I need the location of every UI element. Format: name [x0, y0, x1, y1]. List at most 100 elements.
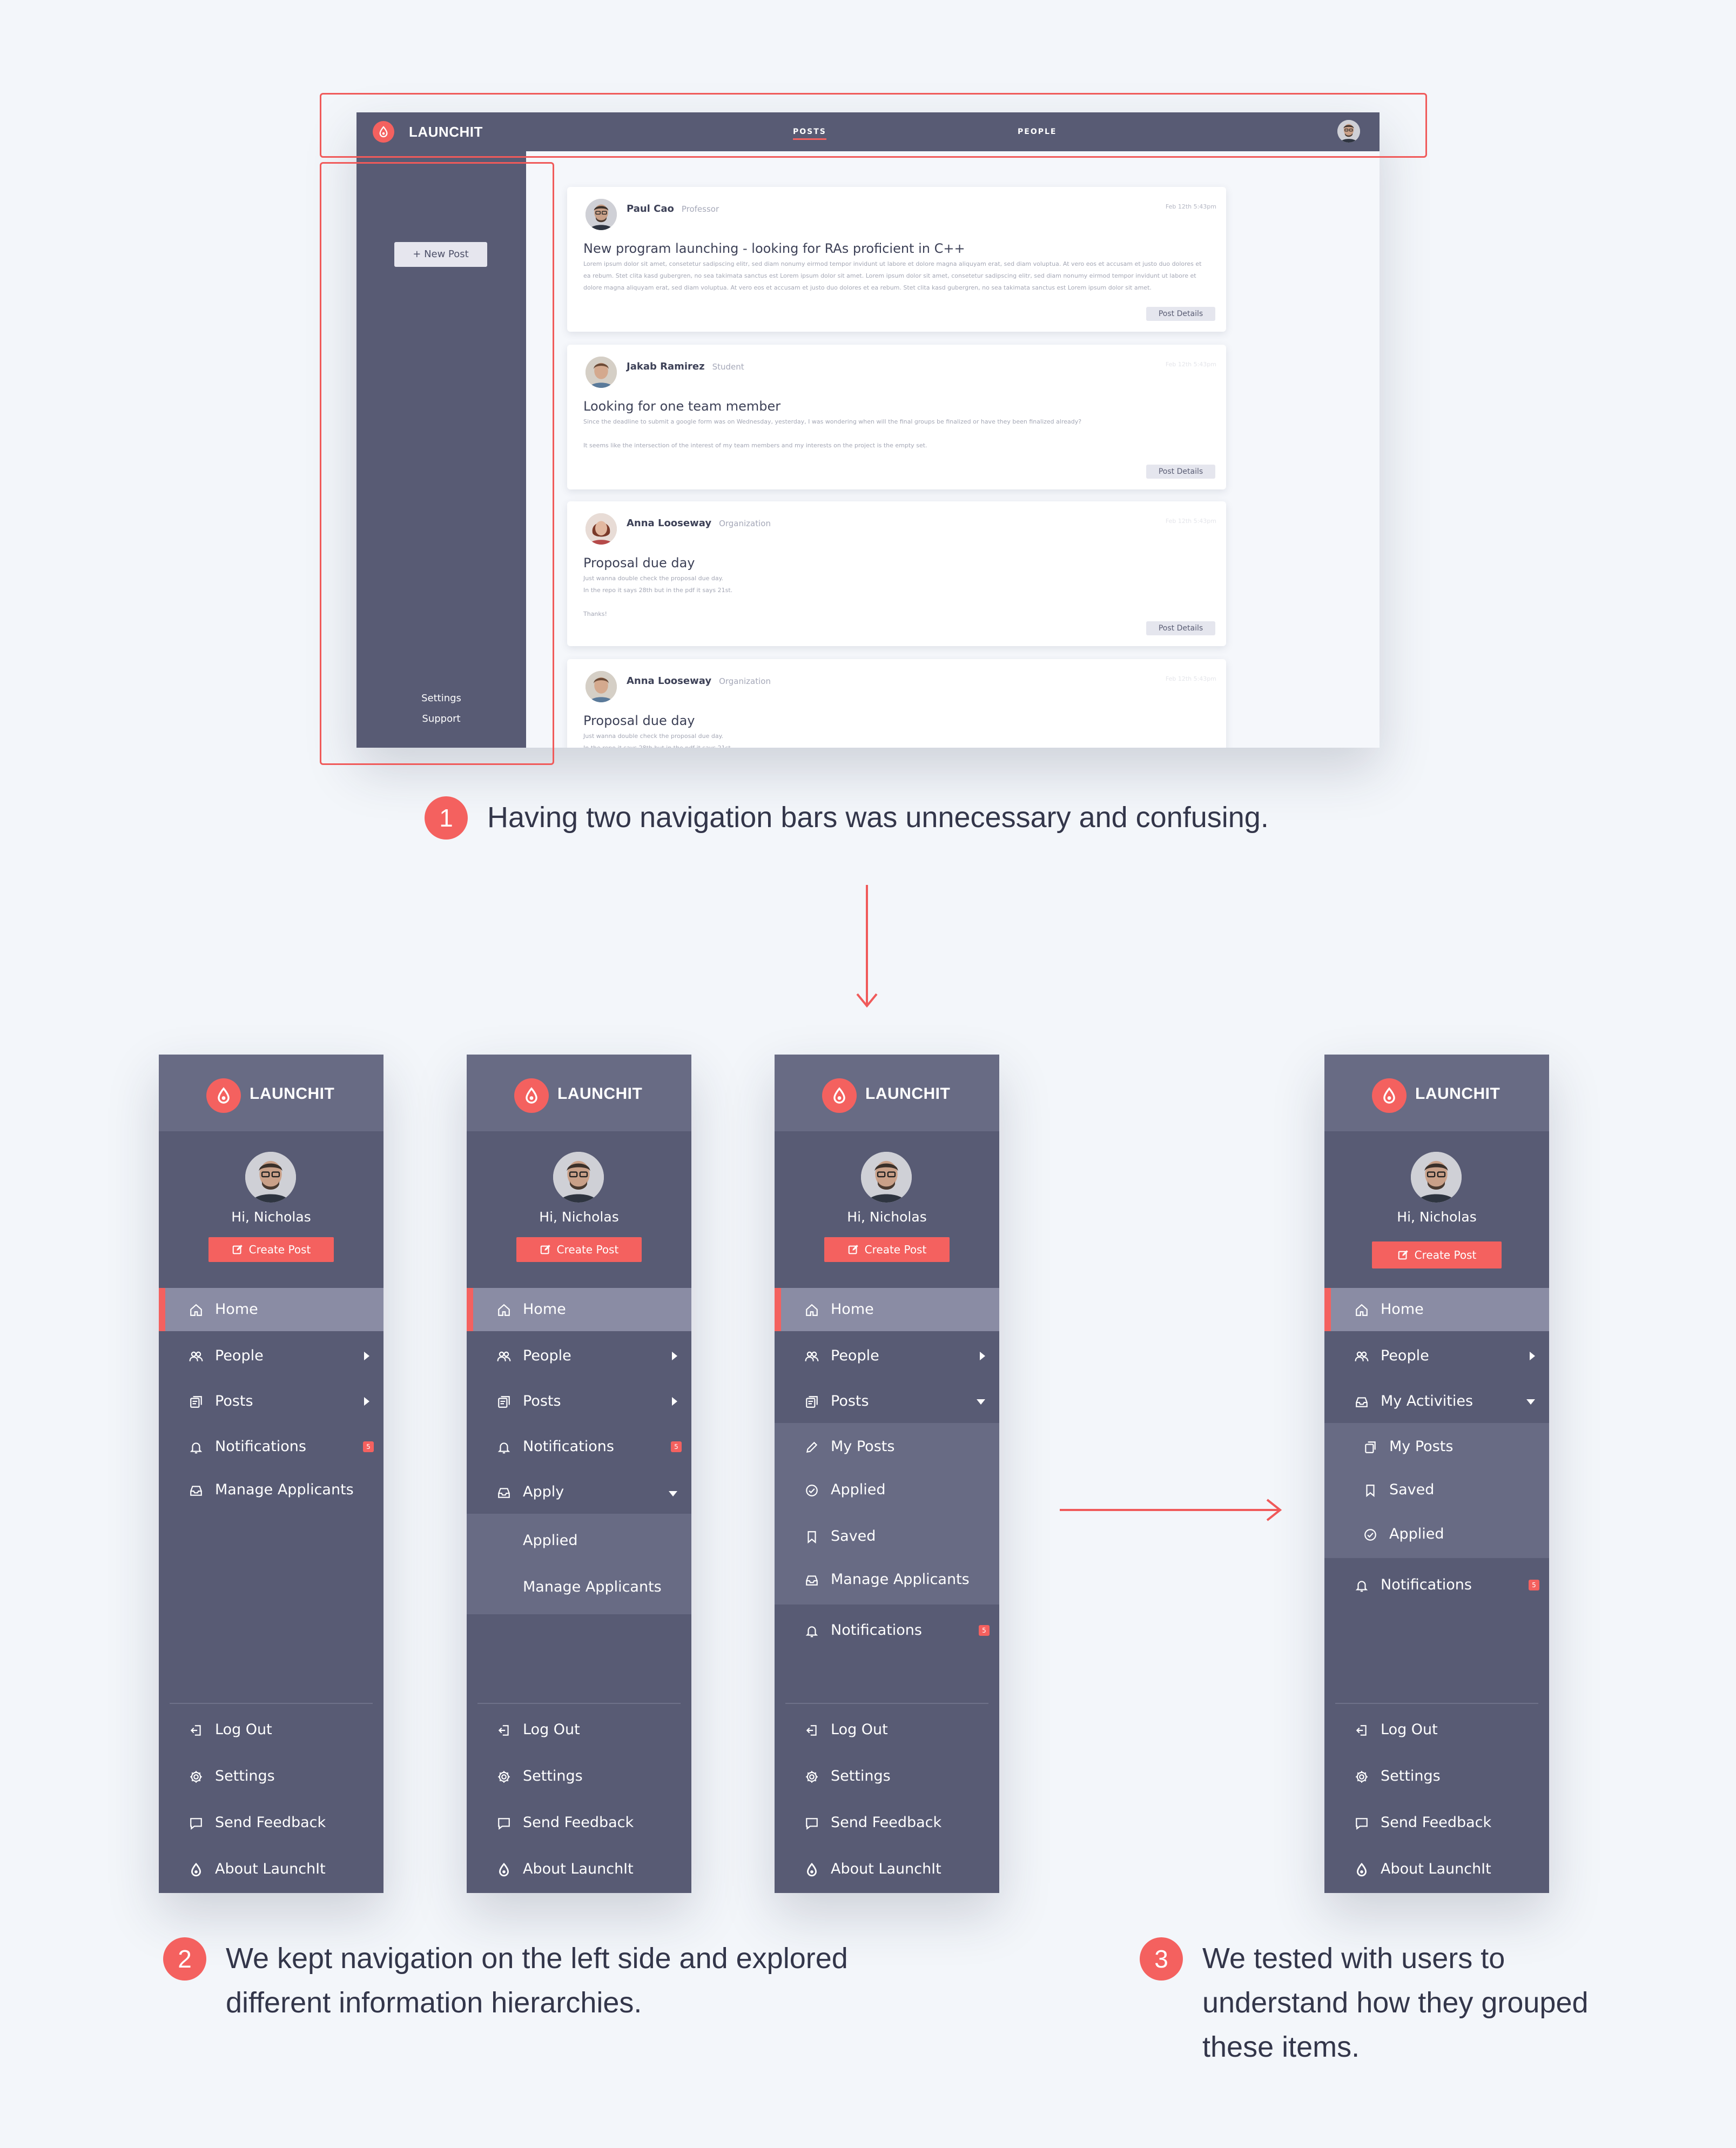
nav-item-home[interactable]: Home	[775, 1288, 999, 1331]
author-avatar	[586, 671, 617, 702]
post-title: Looking for one team member	[583, 399, 781, 414]
bell-icon	[805, 1624, 819, 1638]
nav-item-about[interactable]: About LaunchIt	[159, 1848, 383, 1891]
create-post-button[interactable]: Create Post	[1372, 1241, 1502, 1268]
nav-item-manage-applicants[interactable]: Manage Applicants	[159, 1468, 383, 1512]
callout-2-line-2: different information hierarchies.	[226, 1986, 642, 2019]
post-details-button[interactable]: Post Details	[1146, 621, 1215, 635]
create-post-button[interactable]: Create Post	[824, 1237, 950, 1262]
subnav-item-saved[interactable]: Saved	[1324, 1468, 1549, 1512]
post-card[interactable]: Anna Looseway Organization Feb 12th 5:43p…	[567, 659, 1226, 748]
posts-icon	[189, 1395, 203, 1409]
pencil-icon	[805, 1440, 819, 1454]
nav-item-log-out[interactable]: Log Out	[1324, 1708, 1549, 1751]
nav-item-home[interactable]: Home	[159, 1288, 383, 1331]
nav-item-settings[interactable]: Settings	[159, 1755, 383, 1798]
launchit-logo[interactable]	[822, 1078, 857, 1113]
drop-icon	[805, 1863, 819, 1877]
nav-item-send-feedback[interactable]: Send Feedback	[467, 1801, 691, 1844]
post-details-button[interactable]: Post Details	[1146, 465, 1215, 479]
author-avatar	[586, 513, 617, 545]
nav-item-notifications[interactable]: Notifications 5	[775, 1609, 999, 1652]
nav-item-log-out[interactable]: Log Out	[159, 1708, 383, 1751]
nav-item-settings[interactable]: Settings	[775, 1755, 999, 1798]
nav-item-label: Settings	[215, 1768, 275, 1784]
author-avatar	[586, 357, 617, 388]
nav-item-posts[interactable]: Posts	[775, 1380, 999, 1423]
drop-icon	[1382, 1087, 1396, 1104]
apply-submenu: Applied Manage Applicants	[467, 1514, 691, 1614]
nav-divider	[170, 1703, 373, 1704]
nav-item-apply[interactable]: Apply	[467, 1471, 691, 1514]
chevron-right-icon	[1530, 1352, 1535, 1360]
avatar[interactable]	[245, 1152, 296, 1203]
nav-item-log-out[interactable]: Log Out	[467, 1708, 691, 1751]
nav-item-settings[interactable]: Settings	[1324, 1755, 1549, 1798]
launchit-logo[interactable]	[1372, 1078, 1407, 1113]
gear-icon	[189, 1770, 203, 1784]
posts-icon	[497, 1395, 511, 1409]
nav-item-label: Send Feedback	[831, 1814, 942, 1831]
chevron-right-icon	[364, 1352, 369, 1360]
nav-item-log-out[interactable]: Log Out	[775, 1708, 999, 1751]
active-indicator	[775, 1288, 781, 1331]
nav-item-people[interactable]: People	[467, 1334, 691, 1378]
nav-item-about[interactable]: About LaunchIt	[467, 1848, 691, 1891]
nav-item-posts[interactable]: Posts	[159, 1380, 383, 1423]
subnav-item-manage-applicants[interactable]: Manage Applicants	[775, 1558, 999, 1601]
subnav-item-my-posts[interactable]: My Posts	[775, 1425, 999, 1468]
home-icon	[189, 1303, 203, 1317]
check-circle-icon	[1363, 1528, 1377, 1542]
nav-item-send-feedback[interactable]: Send Feedback	[775, 1801, 999, 1844]
nav-item-home[interactable]: Home	[467, 1288, 691, 1331]
nav-item-notifications[interactable]: Notifications 5	[1324, 1563, 1549, 1607]
launchit-logo[interactable]	[206, 1078, 241, 1113]
bell-icon	[497, 1440, 511, 1454]
nav-item-home[interactable]: Home	[1324, 1288, 1549, 1331]
nav-item-label: Manage Applicants	[523, 1579, 662, 1595]
nav-item-send-feedback[interactable]: Send Feedback	[1324, 1801, 1549, 1844]
post-details-button[interactable]: Post Details	[1146, 307, 1215, 321]
nav-item-posts[interactable]: Posts	[467, 1380, 691, 1423]
nav-item-settings[interactable]: Settings	[467, 1755, 691, 1798]
nav-item-notifications[interactable]: Notifications 5	[467, 1425, 691, 1468]
post-card[interactable]: Anna Looseway Organization Feb 12th 5:43p…	[567, 501, 1226, 646]
nav-item-about[interactable]: About LaunchIt	[775, 1848, 999, 1891]
people-icon	[189, 1350, 203, 1364]
nav-item-about[interactable]: About LaunchIt	[1324, 1848, 1549, 1891]
avatar[interactable]	[861, 1152, 912, 1203]
subnav-item-applied[interactable]: Applied	[775, 1468, 999, 1512]
launchit-logo[interactable]	[514, 1078, 549, 1113]
subnav-item-manage-applicants[interactable]: Manage Applicants	[467, 1566, 691, 1609]
nav-item-notifications[interactable]: Notifications 5	[159, 1425, 383, 1468]
author-role: Organization	[719, 676, 771, 686]
subnav-item-saved[interactable]: Saved	[775, 1515, 999, 1558]
post-date: Feb 12th 5:43pm	[1165, 203, 1216, 210]
author-photo-icon	[586, 199, 617, 230]
create-post-button[interactable]: Create Post	[208, 1237, 334, 1262]
subnav-item-applied[interactable]: Applied	[1324, 1513, 1549, 1556]
author-photo-icon	[586, 357, 617, 388]
nav-item-label: About LaunchIt	[523, 1861, 634, 1877]
nav-header: LAUNCHIT	[1324, 1055, 1549, 1131]
nav-item-people[interactable]: People	[159, 1334, 383, 1378]
arrow-down-icon	[856, 885, 878, 1008]
nav-item-label: Log Out	[523, 1721, 580, 1738]
post-card[interactable]: Paul Cao Professor Feb 12th 5:43pm New pr…	[567, 187, 1226, 332]
author-role: Professor	[681, 204, 719, 214]
drop-icon	[217, 1087, 231, 1104]
notification-badge: 5	[1529, 1580, 1539, 1590]
create-post-button[interactable]: Create Post	[516, 1237, 642, 1262]
subnav-item-applied[interactable]: Applied	[467, 1519, 691, 1562]
nav-item-people[interactable]: People	[775, 1334, 999, 1378]
drop-icon	[832, 1087, 846, 1104]
chevron-right-icon	[364, 1397, 369, 1406]
subnav-item-my-posts[interactable]: My Posts	[1324, 1425, 1549, 1468]
nav-item-people[interactable]: People	[1324, 1334, 1549, 1378]
avatar[interactable]	[1411, 1152, 1462, 1203]
nav-item-label: Notifications	[215, 1438, 306, 1455]
avatar[interactable]	[553, 1152, 604, 1203]
nav-item-send-feedback[interactable]: Send Feedback	[159, 1801, 383, 1844]
post-card[interactable]: Jakab Ramirez Student Feb 12th 5:43pm Loo…	[567, 345, 1226, 489]
nav-item-my-activities[interactable]: My Activities	[1324, 1380, 1549, 1423]
